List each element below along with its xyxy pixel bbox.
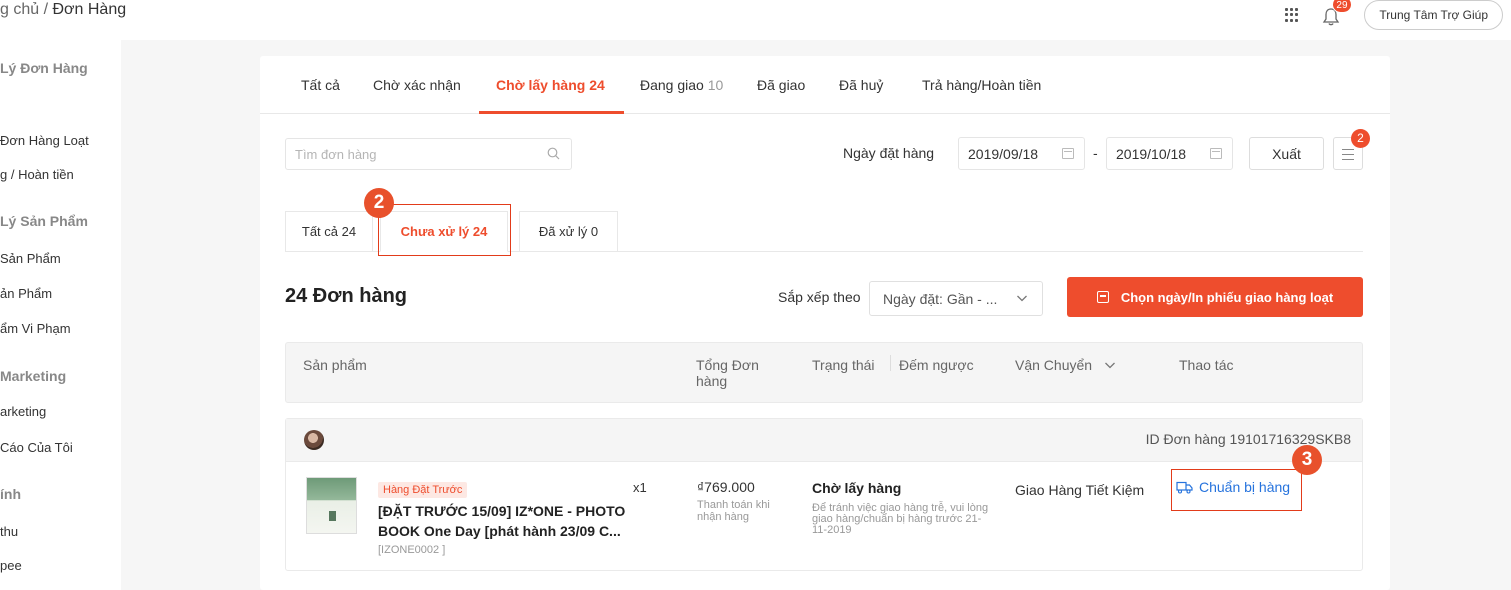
sidebar-heading-orders[interactable]: Lý Đơn Hàng xyxy=(0,60,88,76)
product-thumbnail[interactable] xyxy=(306,477,357,534)
sidebar: Lý Đơn Hàng Đơn Hàng Loạt g / Hoàn tiền … xyxy=(0,40,121,590)
column-shipping[interactable]: Vận Chuyển xyxy=(1015,357,1116,373)
notification-button[interactable]: 29 xyxy=(1322,0,1352,26)
sort-label: Sắp xếp theo xyxy=(778,289,861,305)
column-order-total: Tổng Đơn hàng xyxy=(696,357,759,389)
sidebar-item-wallet[interactable]: pee xyxy=(0,558,22,573)
order-card: ID Đơn hàng 19101716329SKB8 Hàng Đặt Trư… xyxy=(285,418,1363,571)
breadcrumb: g chủ / Đơn Hàng xyxy=(0,1,126,19)
tab-all[interactable]: Tất cả xyxy=(301,77,340,93)
product-quantity: x1 xyxy=(633,480,647,495)
tab-cancelled[interactable]: Đã huỷ xyxy=(839,77,883,93)
order-status: Chờ lấy hàng xyxy=(812,480,902,496)
product-sku: [IZONE0002 ] xyxy=(378,544,446,556)
sidebar-item-my-reports[interactable]: Cáo Của Tôi xyxy=(0,440,73,455)
calendar-icon xyxy=(1210,148,1222,159)
payment-method: Thanh toán khi nhận hàng xyxy=(697,499,770,523)
date-range-separator: - xyxy=(1093,145,1098,161)
order-status-tabs: Tất cả Chờ xác nhận Chờ lấy hàng 24 Đang… xyxy=(260,56,1390,114)
column-product: Sản phẩm xyxy=(303,357,367,373)
tab-returns-refunds[interactable]: Trả hàng/Hoàn tiền xyxy=(922,77,1041,93)
export-button[interactable]: Xuất xyxy=(1249,137,1324,170)
notification-badge: 29 xyxy=(1332,0,1352,13)
chevron-down-icon xyxy=(1017,295,1027,302)
column-actions: Thao tác xyxy=(1179,357,1234,373)
sidebar-heading-products[interactable]: Lý Sản Phẩm xyxy=(0,213,88,229)
printer-icon xyxy=(1096,291,1109,303)
sidebar-item-add-product[interactable]: ản Phẩm xyxy=(0,286,52,301)
top-header: g chủ / Đơn Hàng 29 Trung Tâm Trợ Giúp xyxy=(0,0,1511,40)
date-from-field[interactable]: 2019/09/18 xyxy=(958,137,1085,170)
annotation-highlight-prepare xyxy=(1171,469,1302,511)
sidebar-heading-finance[interactable]: ính xyxy=(0,486,21,502)
order-id[interactable]: ID Đơn hàng 19101716329SKB8 xyxy=(1146,431,1351,447)
breadcrumb-current: Đơn Hàng xyxy=(52,1,127,18)
subtab-all[interactable]: Tất cả 24 xyxy=(285,211,373,252)
date-to-field[interactable]: 2019/10/18 xyxy=(1106,137,1233,170)
preorder-tag: Hàng Đặt Trước xyxy=(378,482,468,498)
column-status: Trạng thái xyxy=(812,357,875,373)
sidebar-item-marketing[interactable]: arketing xyxy=(0,404,46,419)
calendar-icon xyxy=(1062,148,1074,159)
help-center-button[interactable]: Trung Tâm Trợ Giúp xyxy=(1364,0,1503,30)
batch-print-waybill-button[interactable]: Chọn ngày/In phiếu giao hàng loạt xyxy=(1067,277,1363,317)
tab-shipping[interactable]: Đang giao 10 xyxy=(640,77,723,93)
orders-panel: Tất cả Chờ xác nhận Chờ lấy hàng 24 Đang… xyxy=(260,56,1390,590)
tab-delivered[interactable]: Đã giao xyxy=(757,77,805,93)
order-status-note: Để tránh việc giao hàng trễ, vui lòng gi… xyxy=(812,502,989,536)
breadcrumb-separator: / xyxy=(39,1,53,18)
sidebar-item-violations[interactable]: ẩm Vi Phạm xyxy=(0,321,71,336)
product-name[interactable]: [ĐẶT TRƯỚC 15/09] IZ*ONE - PHOTO BOOK On… xyxy=(378,501,640,541)
column-countdown: Đếm ngược xyxy=(899,357,974,373)
annotation-step-3: 3 xyxy=(1292,445,1322,475)
orders-table-header: Sản phẩm Tổng Đơn hàng Trạng thái Đếm ng… xyxy=(285,342,1363,403)
column-divider xyxy=(890,355,891,371)
shipping-carrier: Giao Hàng Tiết Kiệm xyxy=(1015,482,1145,498)
sidebar-item-revenue[interactable]: thu xyxy=(0,524,18,539)
annotation-step-2: 2 xyxy=(364,188,394,218)
order-date-label: Ngày đặt hàng xyxy=(843,145,935,161)
order-total-price: ₫769.000 xyxy=(697,479,755,495)
orders-count-title: 24 Đơn hàng xyxy=(285,285,408,307)
breadcrumb-home[interactable]: g chủ xyxy=(0,1,39,18)
export-list-badge: 2 xyxy=(1351,129,1370,148)
sidebar-heading-marketing[interactable]: Marketing xyxy=(0,368,66,384)
sidebar-item-returns[interactable]: g / Hoàn tiền xyxy=(0,167,74,182)
tab-awaiting-pickup[interactable]: Chờ lấy hàng 24 xyxy=(496,77,605,93)
sort-select[interactable]: Ngày đặt: Gần - ... xyxy=(869,281,1043,316)
sidebar-item-bulk-orders[interactable]: Đơn Hàng Loạt xyxy=(0,133,89,148)
subtab-processed[interactable]: Đã xử lý 0 xyxy=(519,211,618,252)
header-actions: 29 Trung Tâm Trợ Giúp xyxy=(1285,0,1503,30)
order-card-header: ID Đơn hàng 19101716329SKB8 xyxy=(286,419,1362,462)
list-icon xyxy=(1342,149,1354,150)
search-icon[interactable] xyxy=(547,147,560,160)
chevron-down-icon xyxy=(1104,362,1115,369)
buyer-avatar[interactable] xyxy=(304,430,324,450)
annotation-highlight-unprocessed xyxy=(378,204,511,256)
tab-awaiting-confirmation[interactable]: Chờ xác nhận xyxy=(373,77,461,93)
active-tab-indicator xyxy=(479,111,624,114)
sidebar-item-all-products[interactable]: Sản Phẩm xyxy=(0,251,61,266)
order-search-input[interactable] xyxy=(285,138,572,170)
apps-grid-icon[interactable] xyxy=(1285,8,1299,22)
